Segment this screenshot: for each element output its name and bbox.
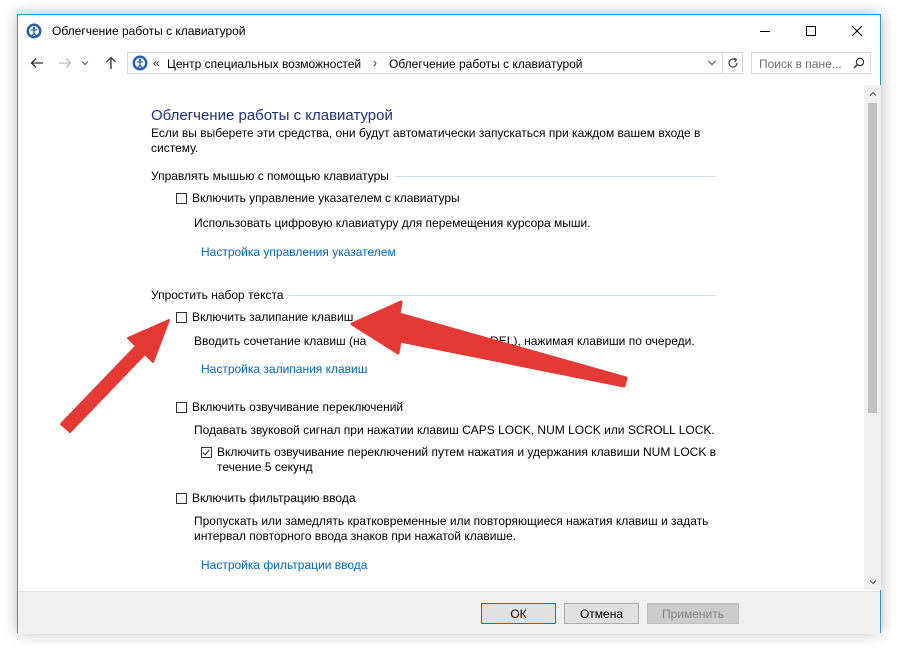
sticky-keys-checkbox[interactable] [176, 311, 187, 323]
toggle-keys-description: Подавать звуковой сигнал при нажатии кла… [194, 423, 715, 437]
filter-keys-label[interactable]: Включить фильтрацию ввода [192, 491, 356, 505]
minimize-button[interactable] [742, 15, 788, 47]
numlock-toggle-checkbox-row[interactable]: Включить озвучивание переключений путем … [201, 445, 716, 475]
forward-button[interactable] [54, 53, 76, 73]
mouse-keys-checkbox-row[interactable]: Включить управление указателем с клавиат… [176, 191, 460, 205]
apply-button[interactable]: Применить [647, 603, 739, 624]
sticky-keys-checkbox-row[interactable]: Включить залипание клавиш [176, 310, 353, 324]
scroll-down-button[interactable] [864, 573, 881, 590]
scrollbar-thumb[interactable] [868, 103, 877, 413]
control-panel-icon [132, 55, 148, 74]
vertical-scrollbar[interactable] [864, 85, 881, 590]
cancel-button[interactable]: Отмена [564, 603, 639, 624]
toggle-keys-checkbox[interactable] [176, 401, 187, 413]
maximize-button[interactable] [788, 15, 834, 47]
numlock-toggle-label-line2[interactable]: течение 5 секунд [217, 460, 313, 474]
section-divider [395, 176, 716, 177]
up-arrow-icon [106, 56, 116, 69]
search-box[interactable]: Поиск в пане... [751, 52, 871, 74]
chevron-down-icon [869, 579, 876, 584]
section-typing: Упростить набор текста [151, 288, 716, 302]
filter-keys-settings-link[interactable]: Настройка фильтрации ввода [201, 558, 367, 572]
mouse-keys-label[interactable]: Включить управление указателем с клавиат… [192, 191, 460, 205]
breadcrumb-ease-of-access-center[interactable]: Центр специальных возможностей [167, 57, 361, 71]
section-heading-mouse: Управлять мышью с помощью клавиатуры [151, 169, 389, 183]
search-placeholder: Поиск в пане... [759, 57, 842, 71]
address-overflow-separator[interactable]: « [153, 56, 160, 70]
navigation-bar: « Центр специальных возможностей › Облег… [18, 49, 880, 77]
page-title: Облегчение работы с клавиатурой [151, 107, 393, 124]
refresh-icon [727, 57, 738, 68]
filter-keys-description: Пропускать или замедлять кратковременные… [194, 514, 708, 544]
sticky-keys-description-right: ALT+DEL), нажимая клавиши по очереди. [462, 334, 695, 348]
chevron-up-icon [869, 91, 876, 96]
recent-pages-button[interactable] [78, 53, 92, 73]
filter-keys-description-line1: Пропускать или замедлять кратковременные… [194, 514, 709, 528]
toggle-keys-checkbox-row[interactable]: Включить озвучивание переключений [176, 400, 403, 414]
section-mouse-keys: Управлять мышью с помощью клавиатуры [151, 169, 716, 183]
filter-keys-checkbox-row[interactable]: Включить фильтрацию ввода [176, 491, 356, 505]
chevron-down-icon [81, 61, 89, 66]
search-icon[interactable] [853, 57, 865, 72]
settings-content: Облегчение работы с клавиатурой Если вы … [18, 85, 864, 590]
sticky-keys-settings-link[interactable]: Настройка залипания клавиш [201, 362, 367, 376]
scroll-up-button[interactable] [864, 85, 881, 102]
close-icon [852, 26, 862, 36]
numlock-toggle-checkbox[interactable] [201, 447, 212, 458]
toggle-keys-label[interactable]: Включить озвучивание переключений [192, 400, 403, 414]
ok-button[interactable]: ОК [481, 603, 556, 624]
up-button[interactable] [100, 53, 122, 73]
mouse-keys-checkbox[interactable] [176, 192, 187, 204]
keyboard-ease-window: Облегчение работы с клавиатурой « Центр … [17, 14, 881, 634]
filter-keys-checkbox[interactable] [176, 492, 187, 504]
minimize-icon [760, 31, 770, 32]
breadcrumb-separator[interactable]: › [373, 56, 377, 70]
mouse-keys-settings-link[interactable]: Настройка управления указателем [201, 245, 396, 259]
sticky-keys-label[interactable]: Включить залипание клавиш [192, 310, 353, 324]
title-bar[interactable]: Облегчение работы с клавиатурой [18, 15, 880, 47]
filter-keys-description-line2: интервал повторного ввода знаков при наж… [194, 529, 517, 543]
section-heading-typing: Упростить набор текста [151, 288, 284, 302]
refresh-button[interactable] [723, 52, 743, 74]
intro-text: Если вы выберете эти средства, они будут… [151, 126, 701, 155]
address-bar[interactable]: « Центр специальных возможностей › Облег… [127, 52, 723, 74]
close-button[interactable] [834, 15, 880, 47]
accessibility-icon [26, 23, 42, 42]
back-button[interactable] [26, 53, 48, 73]
window-title: Облегчение работы с клавиатурой [52, 24, 246, 38]
numlock-toggle-label-line1[interactable]: Включить озвучивание переключений путем … [217, 445, 716, 459]
address-dropdown-button[interactable] [707, 56, 717, 73]
breadcrumb-keyboard-ease[interactable]: Облегчение работы с клавиатурой [389, 57, 583, 71]
sticky-keys-description-left: Вводить сочетание клавиш (на [194, 334, 367, 348]
forward-arrow-icon [59, 58, 72, 68]
back-arrow-icon [30, 58, 43, 68]
numlock-toggle-label[interactable]: Включить озвучивание переключений путем … [217, 445, 716, 475]
dialog-footer: ОК Отмена Применить [18, 591, 880, 634]
section-divider [287, 295, 716, 296]
mouse-keys-description: Использовать цифровую клавиатуру для пер… [194, 216, 591, 230]
chevron-down-icon [708, 60, 716, 66]
maximize-icon [806, 26, 816, 36]
